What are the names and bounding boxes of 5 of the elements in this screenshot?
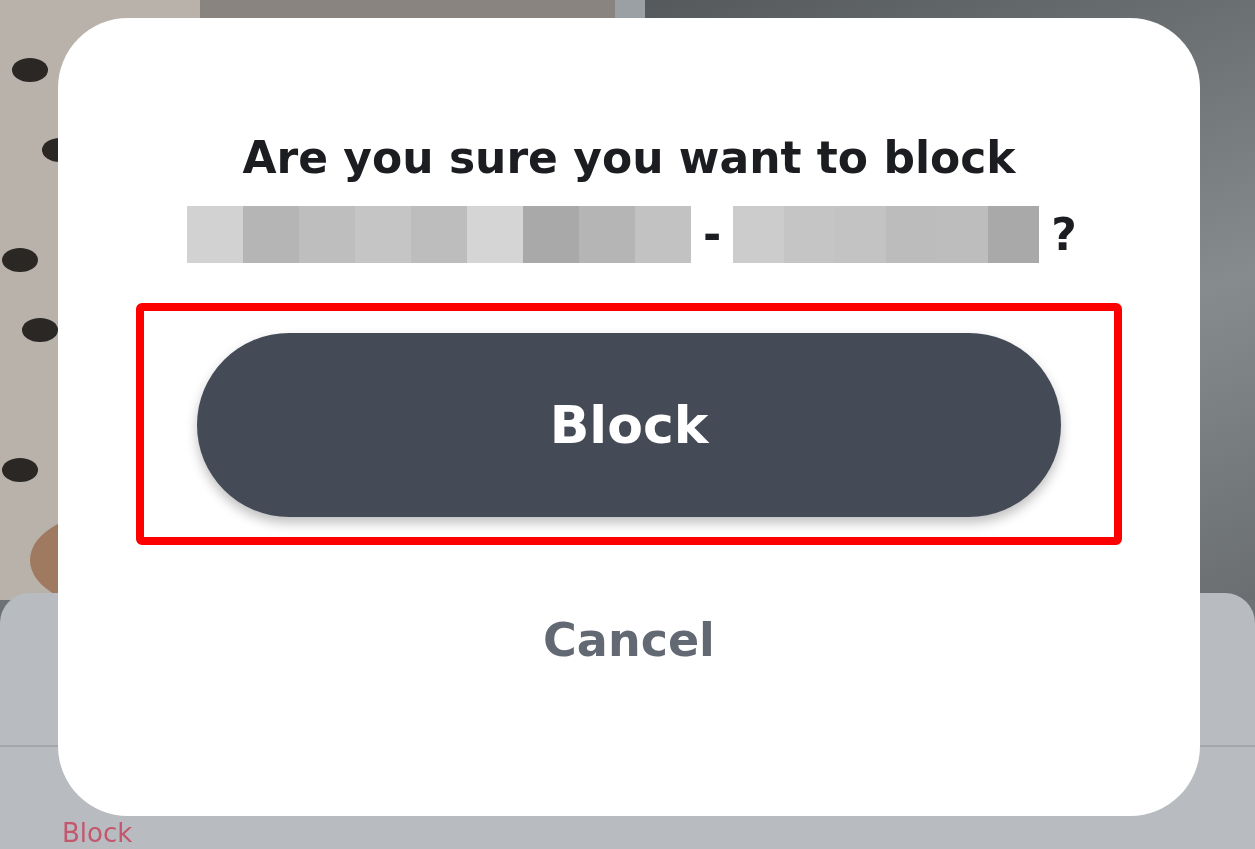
cancel-button[interactable]: Cancel	[523, 605, 735, 675]
dialog-question: Are you sure you want to block	[242, 131, 1016, 185]
question-mark: ?	[1051, 207, 1077, 262]
dash: -	[703, 207, 722, 262]
block-button[interactable]: Block	[197, 333, 1061, 517]
